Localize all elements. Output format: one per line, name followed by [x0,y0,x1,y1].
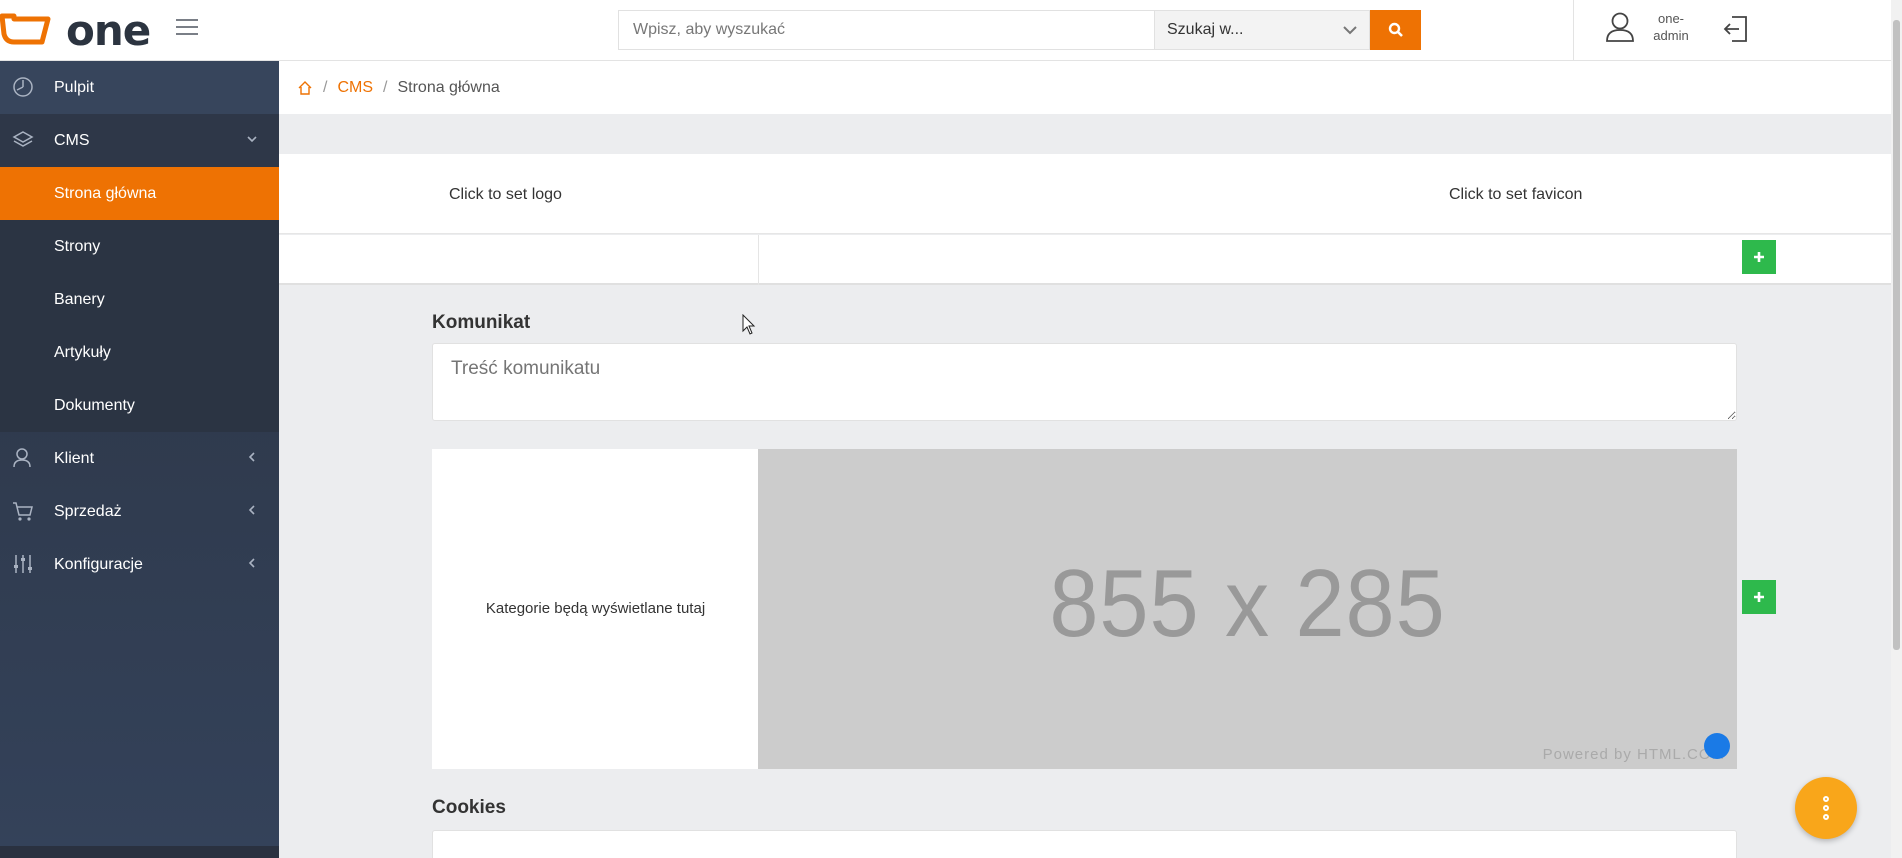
chevron-down-icon [247,136,257,143]
sidebar: Pulpit CMS Strona główna Strony Banery A… [0,61,279,858]
plus-icon [1754,252,1764,262]
dot-icon [1823,805,1829,811]
search-icon [1388,22,1403,37]
sidebar-item-label: Sprzedaż [54,502,122,520]
sliders-icon [14,555,32,573]
sidebar-item-konfiguracje[interactable]: Konfiguracje [0,538,279,591]
client-icon [13,448,31,468]
message-label: Komunikat [432,312,531,333]
cookies-label: Cookies [432,797,506,818]
dot-icon [1823,796,1829,802]
search-button[interactable] [1370,10,1421,50]
menu-toggle-icon[interactable] [176,19,198,39]
sidebar-item-dokumenty[interactable]: Dokumenty [0,379,279,432]
breadcrumb-separator: / [383,78,388,96]
page-scrollbar[interactable] [1891,0,1902,858]
cookies-field[interactable] [432,830,1737,858]
sidebar-item-banery[interactable]: Banery [0,273,279,326]
search-scope-select[interactable]: Szukaj w... [1154,10,1370,50]
sidebar-item-label: Klient [54,449,95,467]
logout-icon[interactable] [1722,14,1750,49]
banner-powered-by: Powered by HTML.COM [1542,746,1725,763]
plus-icon [1754,592,1764,602]
sidebar-item-strony[interactable]: Strony [0,220,279,273]
breadcrumb: / CMS / Strona główna [279,61,1891,114]
user-name: one-admin [1653,11,1689,43]
banner-dimensions: 855 x 285 [1049,550,1446,657]
more-options-button[interactable] [1795,777,1857,839]
cart-icon [13,502,33,521]
sidebar-item-label: Konfiguracje [54,555,143,573]
breadcrumb-current: Strona główna [397,78,500,96]
sidebar-item-sprzedaz[interactable]: Sprzedaż [0,485,279,538]
set-logo-slot[interactable]: Click to set logo [449,186,562,204]
home-icon[interactable] [297,80,313,96]
sidebar-item-label: Pulpit [54,78,95,96]
mouse-cursor-icon [742,314,756,335]
breadcrumb-link-cms[interactable]: CMS [337,79,373,97]
logo-favicon-row: Click to set logo Click to set favicon [279,154,1891,234]
menu-row [279,235,1891,285]
scrollbar-thumb[interactable] [1893,20,1900,650]
sidebar-item-cms[interactable]: CMS [0,114,279,167]
header-divider [1573,0,1574,60]
brand-logo[interactable]: one [0,5,151,55]
message-textarea[interactable] [432,343,1737,421]
categories-banner-block: Kategorie będą wyświetlane tutaj 855 x 2… [432,449,1737,769]
logo-mark-icon [0,10,52,50]
set-favicon-slot[interactable]: Click to set favicon [1449,186,1582,204]
categories-placeholder-text: Kategorie będą wyświetlane tutaj [485,600,706,617]
dashboard-icon [13,77,33,97]
sidebar-item-artykuly[interactable]: Artykuły [0,326,279,379]
chevron-left-icon [248,452,255,462]
user-menu[interactable]: one-admin [1605,10,1693,44]
search-input[interactable] [618,10,1154,50]
sidebar-item-pulpit[interactable]: Pulpit [0,61,279,114]
indicator-dot [1704,733,1730,759]
chevron-left-icon [248,558,255,568]
sidebar-item-label: Strona główna [54,184,157,202]
sidebar-item-strona-glowna[interactable]: Strona główna [0,167,279,220]
brand-name: one [66,5,151,55]
chevron-down-icon [1343,26,1357,35]
banner-placeholder-image[interactable]: 855 x 285 Powered by HTML.COM [758,449,1737,769]
search-scope-label: Szukaj w... [1167,21,1244,38]
sidebar-item-label: Banery [54,290,105,308]
dot-icon [1823,814,1829,820]
top-bar: one Szukaj w... one-admin [0,0,1891,61]
user-icon [1606,12,1634,42]
chevron-left-icon [248,505,255,515]
breadcrumb-separator: / [323,78,328,96]
sidebar-item-label: Dokumenty [54,396,135,414]
layers-icon [12,131,34,147]
sidebar-item-label: CMS [54,131,90,149]
sidebar-item-klient[interactable]: Klient [0,432,279,485]
sidebar-footer [0,846,279,858]
sidebar-item-label: Artykuły [54,343,111,361]
add-section-button[interactable] [1742,580,1776,614]
menu-row-divider [758,235,759,285]
sidebar-item-label: Strony [54,237,101,255]
add-menu-button[interactable] [1742,240,1776,274]
search-bar: Szukaj w... [618,10,1421,50]
